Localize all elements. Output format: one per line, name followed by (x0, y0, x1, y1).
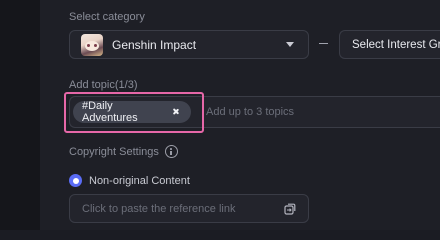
reference-link-input[interactable]: Click to paste the reference link (69, 194, 309, 223)
game-select-value: Genshin Impact (112, 37, 197, 52)
separator-dash (319, 43, 328, 44)
copyright-label: Copyright Settings (69, 145, 159, 158)
radio-option-non-original[interactable]: Non-original Content (69, 174, 190, 187)
info-icon[interactable] (164, 145, 178, 158)
interest-group-select[interactable]: Select Interest Group (339, 30, 440, 59)
topic-label: Add topic(1/3) (69, 79, 138, 91)
highlight-annotation-box (64, 92, 204, 133)
radio-selected-icon[interactable] (69, 174, 82, 187)
copyright-settings-header: Copyright Settings (69, 145, 178, 158)
radio-option-label: Non-original Content (89, 174, 190, 187)
game-select-dropdown[interactable]: Genshin Impact (69, 30, 309, 59)
interest-group-placeholder: Select Interest Group (352, 38, 440, 51)
category-label: Select category (69, 11, 145, 23)
chevron-down-icon (286, 42, 294, 47)
paste-icon[interactable] (284, 203, 296, 215)
reference-link-placeholder: Click to paste the reference link (82, 203, 236, 215)
post-settings-panel: Select category Genshin Impact Select In… (40, 0, 440, 230)
topic-input-placeholder[interactable]: Add up to 3 topics (206, 106, 294, 118)
genshin-avatar-icon (81, 33, 103, 56)
left-edge-panel (0, 0, 40, 230)
